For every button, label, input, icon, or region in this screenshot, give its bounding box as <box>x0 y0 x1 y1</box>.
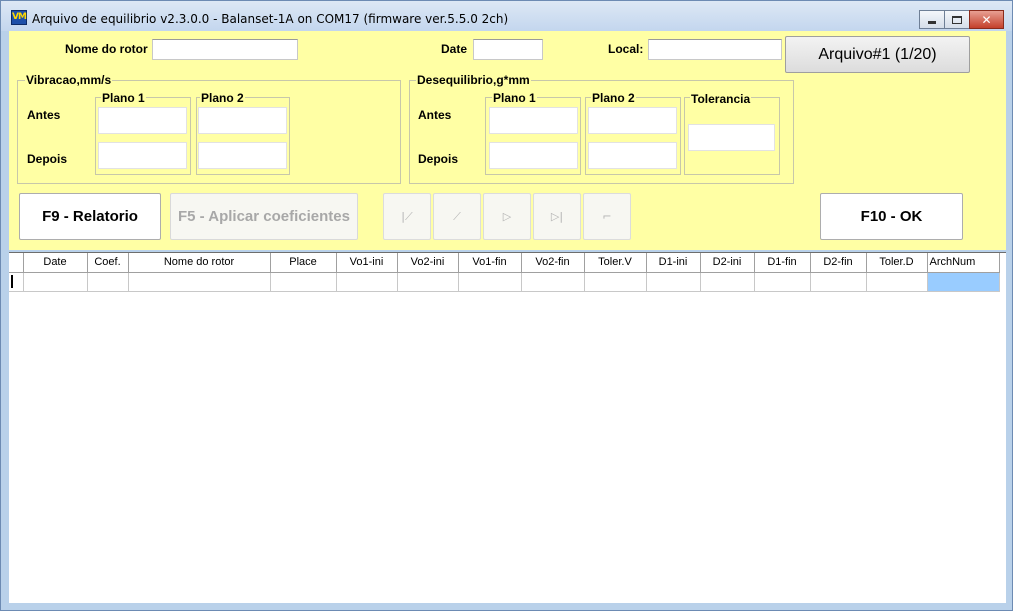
imbalance-plane1-label: Plano 1 <box>492 91 537 105</box>
vm-logo-icon: VM <box>11 10 27 25</box>
app-window: VM Arquivo de equilibrio v2.3.0.0 - Bala… <box>0 0 1013 611</box>
prev-record-icon: ⟋ <box>453 209 461 223</box>
table-header-row: Date Coef. Nome do rotor Place Vo1-ini V… <box>9 253 1000 273</box>
local-label: Local: <box>608 42 644 56</box>
table-cell[interactable] <box>520 271 585 292</box>
tolerance-field[interactable] <box>688 124 775 151</box>
vibration-plane1-label: Plano 1 <box>101 91 146 105</box>
maximize-button[interactable] <box>944 10 970 29</box>
imbalance-group-label: Desequilibrio,g*mm <box>416 73 531 87</box>
column-header[interactable]: D1-fin <box>753 253 811 273</box>
imbalance-plane2-label: Plano 2 <box>591 91 636 105</box>
column-header[interactable]: Coef. <box>86 253 129 273</box>
prev-record-button[interactable]: ⟋ <box>433 193 481 240</box>
delete-record-icon: ⌐ <box>602 210 612 223</box>
vibration-plane2-label: Plano 2 <box>200 91 245 105</box>
table-cell[interactable] <box>753 271 811 292</box>
column-header[interactable]: D2-fin <box>809 253 867 273</box>
vibration-p2-before-field[interactable] <box>198 107 287 134</box>
table-cell[interactable] <box>457 271 522 292</box>
maximize-icon <box>952 15 962 24</box>
table-cell[interactable] <box>699 271 755 292</box>
column-header[interactable]: ArchNum <box>926 253 1000 273</box>
row-pointer-icon <box>11 275 13 288</box>
vibration-group-label: Vibracao,mm/s <box>25 73 113 87</box>
table-cell[interactable] <box>645 271 701 292</box>
apply-coefficients-button[interactable]: F5 - Aplicar coeficientes <box>170 193 358 240</box>
vibration-p2-after-field[interactable] <box>198 142 287 169</box>
table-cell[interactable] <box>583 271 647 292</box>
date-input[interactable] <box>473 39 543 60</box>
next-record-icon: ▷ <box>502 210 512 223</box>
imbalance-after-label: Depois <box>418 152 459 166</box>
column-header[interactable]: Toler.D <box>865 253 928 273</box>
date-label: Date <box>441 42 468 56</box>
selected-cell[interactable] <box>926 271 1000 292</box>
delete-record-button[interactable]: ⌐ <box>583 193 631 240</box>
column-header[interactable]: Vo1-fin <box>457 253 522 273</box>
last-record-button[interactable]: ▷| <box>533 193 581 240</box>
next-record-button[interactable]: ▷ <box>483 193 531 240</box>
table-cell[interactable] <box>127 271 271 292</box>
local-input[interactable] <box>648 39 782 60</box>
current-row-indicator[interactable] <box>9 271 24 292</box>
table-cell[interactable] <box>22 271 88 292</box>
column-header[interactable]: Nome do rotor <box>127 253 271 273</box>
imbalance-p1-after-field[interactable] <box>489 142 578 169</box>
minimize-icon <box>928 21 936 24</box>
first-record-button[interactable]: |⟋ <box>383 193 431 240</box>
last-record-icon: ▷| <box>550 210 564 223</box>
column-header[interactable]: D2-ini <box>699 253 755 273</box>
vibration-before-label: Antes <box>27 108 61 122</box>
column-header[interactable]: Vo1-ini <box>335 253 398 273</box>
report-button[interactable]: F9 - Relatorio <box>19 193 161 240</box>
close-button[interactable]: ✕ <box>969 10 1004 29</box>
rotor-name-input[interactable] <box>152 39 298 60</box>
column-header[interactable]: Toler.V <box>583 253 647 273</box>
table-cell[interactable] <box>269 271 337 292</box>
close-icon: ✕ <box>981 12 992 27</box>
archive-button[interactable]: Arquivo#1 (1/20) <box>785 36 970 73</box>
vibration-p1-before-field[interactable] <box>98 107 187 134</box>
column-header[interactable]: D1-ini <box>645 253 701 273</box>
form-panel: Nome do rotor Date Local: Arquivo#1 (1/2… <box>9 31 1006 250</box>
minimize-button[interactable] <box>919 10 945 29</box>
imbalance-before-label: Antes <box>418 108 452 122</box>
imbalance-p2-before-field[interactable] <box>588 107 677 134</box>
table-cell[interactable] <box>335 271 398 292</box>
imbalance-p2-after-field[interactable] <box>588 142 677 169</box>
vibration-after-label: Depois <box>27 152 68 166</box>
table-cell[interactable] <box>396 271 459 292</box>
column-header[interactable]: Vo2-fin <box>520 253 585 273</box>
table-row[interactable] <box>9 271 1000 292</box>
table-cell[interactable] <box>809 271 867 292</box>
table-cell[interactable] <box>86 271 129 292</box>
archive-table[interactable]: Date Coef. Nome do rotor Place Vo1-ini V… <box>9 252 1006 603</box>
row-header-corner <box>9 253 24 273</box>
first-record-icon: |⟋ <box>401 209 413 223</box>
rotor-name-label: Nome do rotor <box>65 42 148 56</box>
window-title: Arquivo de equilibrio v2.3.0.0 - Balanse… <box>32 12 509 26</box>
column-header[interactable]: Date <box>22 253 88 273</box>
imbalance-p1-before-field[interactable] <box>489 107 578 134</box>
tolerance-label: Tolerancia <box>690 92 752 106</box>
column-header[interactable]: Vo2-ini <box>396 253 459 273</box>
table-cell[interactable] <box>865 271 928 292</box>
ok-button[interactable]: F10 - OK <box>820 193 963 240</box>
column-header[interactable]: Place <box>269 253 337 273</box>
title-bar[interactable]: VM Arquivo de equilibrio v2.3.0.0 - Bala… <box>1 1 1012 31</box>
vibration-p1-after-field[interactable] <box>98 142 187 169</box>
